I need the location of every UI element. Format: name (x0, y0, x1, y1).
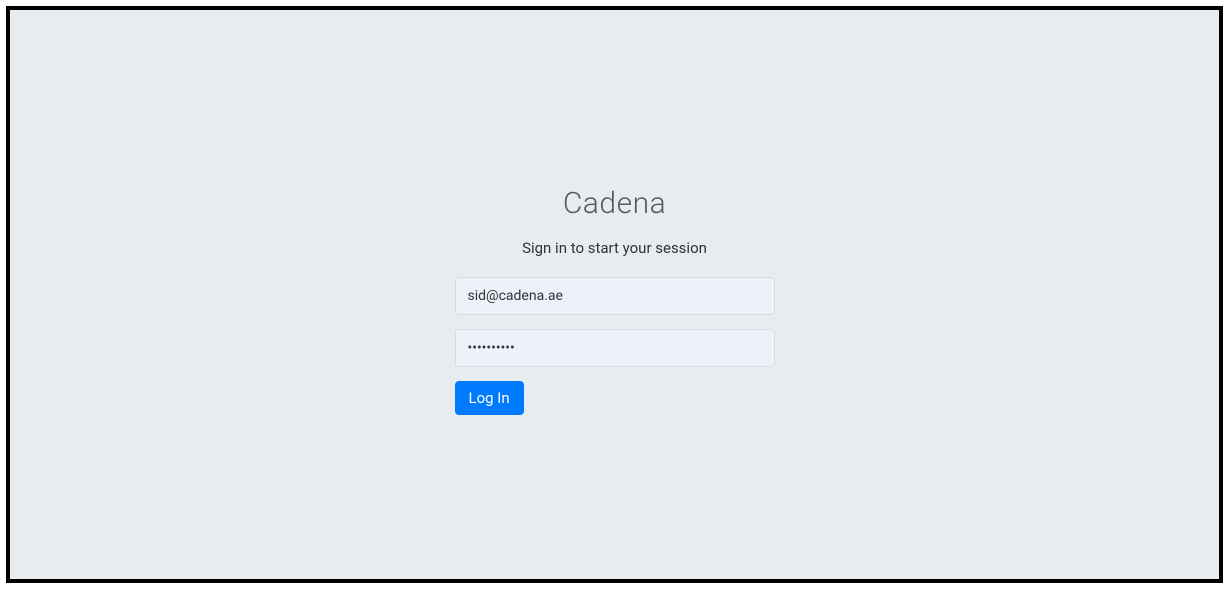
app-frame: Cadena Sign in to start your session Log… (6, 6, 1223, 583)
login-button[interactable]: Log In (455, 381, 524, 415)
email-field[interactable] (455, 277, 775, 315)
button-row: Log In (455, 381, 775, 415)
signin-subtitle: Sign in to start your session (522, 239, 707, 257)
login-box: Cadena Sign in to start your session Log… (455, 186, 775, 415)
password-field[interactable] (455, 329, 775, 367)
brand-title: Cadena (563, 186, 666, 221)
